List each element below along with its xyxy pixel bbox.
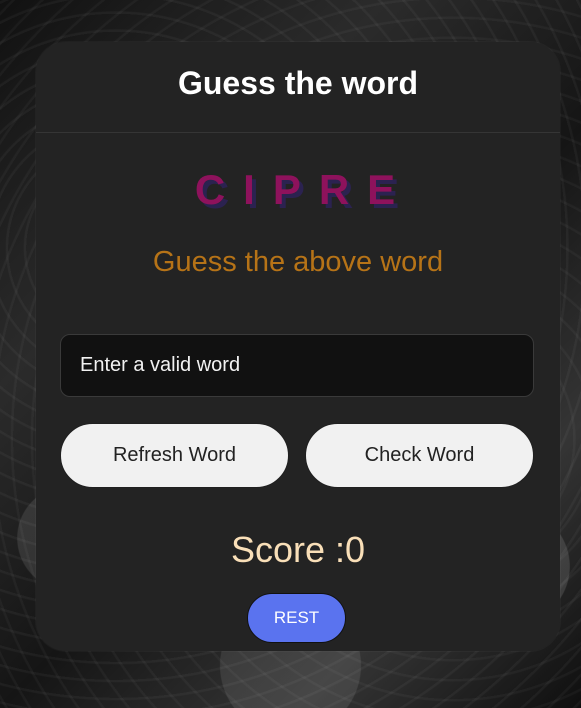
game-card: Guess the word CIPRE Guess the above wor…: [36, 42, 560, 651]
check-word-button[interactable]: Check Word: [305, 423, 534, 488]
word-input[interactable]: [61, 335, 533, 396]
word-input-container: [60, 334, 534, 397]
page-title: Guess the word: [177, 65, 419, 101]
title-divider: [36, 132, 560, 133]
score-text: Score :0: [230, 529, 366, 570]
refresh-word-button[interactable]: Refresh Word: [60, 423, 289, 488]
reset-button[interactable]: REST: [247, 593, 346, 643]
guess-hint: Guess the above word: [152, 246, 444, 278]
scrambled-word: CIPRE: [194, 166, 414, 213]
